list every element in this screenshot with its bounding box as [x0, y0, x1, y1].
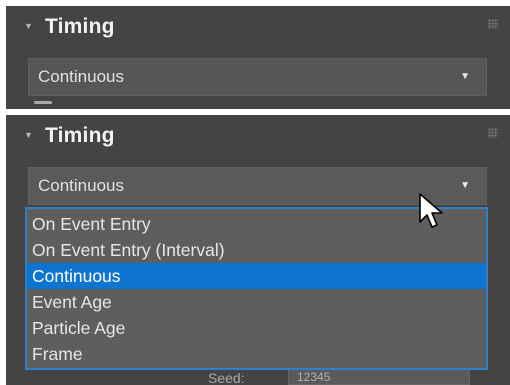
rollout-header[interactable]: ▼ Timing	[6, 115, 510, 163]
dropdown-caret-icon[interactable]: ▼	[460, 71, 470, 82]
dropdown-option[interactable]: On Event Entry (Interval)	[27, 237, 486, 263]
rollout-title: Timing	[45, 124, 115, 147]
dropdown-option[interactable]: Continuous	[27, 263, 486, 289]
clipped-label	[34, 101, 74, 109]
rollout-header[interactable]: ▼ Timing	[6, 6, 510, 54]
dropdown-caret-icon[interactable]: ▼	[460, 180, 470, 191]
dropdown-option[interactable]: Particle Age	[27, 315, 486, 341]
dropdown-option[interactable]: Frame	[27, 341, 486, 367]
timing-rollout-expanded: ▼ Timing Continuous ▼ Seed: 12345 On Eve…	[6, 115, 510, 385]
timing-rollout-collapsed: ▼ Timing Continuous ▼	[6, 6, 510, 109]
dropdown-value: Continuous	[38, 176, 125, 195]
timing-dropdown[interactable]: Continuous ▼	[28, 58, 487, 96]
dropdown-option[interactable]: Event Age	[27, 289, 486, 315]
grip-icon[interactable]	[488, 19, 498, 29]
seed-field[interactable]: 12345	[288, 369, 470, 385]
collapse-arrow-icon[interactable]: ▼	[24, 130, 33, 140]
seed-label: Seed:	[208, 370, 245, 385]
grip-icon[interactable]	[488, 128, 498, 138]
dropdown-value: Continuous	[38, 67, 125, 86]
mouse-pointer-icon	[419, 193, 443, 228]
seed-value: 12345	[297, 370, 331, 384]
collapse-arrow-icon[interactable]: ▼	[24, 21, 33, 31]
rollout-title: Timing	[45, 15, 115, 38]
